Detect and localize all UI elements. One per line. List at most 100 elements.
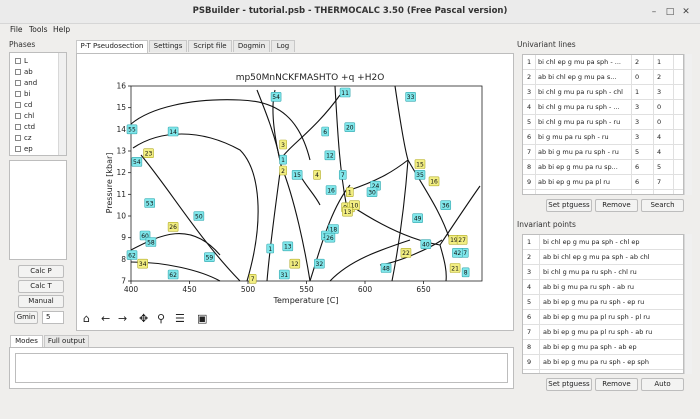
phases-label: Phases bbox=[9, 40, 36, 49]
table-row[interactable]: 7 ab bi g mu pa ru sph - ru 5 4 bbox=[523, 145, 683, 160]
svg-text:7: 7 bbox=[341, 172, 345, 179]
phases-details-box bbox=[9, 160, 67, 260]
invariant-point-label: 7 bbox=[248, 274, 257, 284]
tab-dogmin[interactable]: Dogmin bbox=[233, 40, 270, 52]
table-row[interactable]: 2 ab bi chl ep g mu pa sph - ab chl bbox=[523, 250, 683, 265]
svg-text:40: 40 bbox=[422, 241, 430, 248]
svg-text:13: 13 bbox=[284, 244, 292, 251]
tab-script-file[interactable]: Script file bbox=[188, 40, 232, 52]
table-row[interactable]: 5 ab bi ep g mu pa ru sph - ep ru bbox=[523, 295, 683, 310]
table-row[interactable]: 7 ab bi ep g mu pa pl ru sph - ab ru bbox=[523, 325, 683, 340]
univariant-line-label: 1 bbox=[279, 154, 287, 165]
svg-text:3: 3 bbox=[281, 142, 285, 149]
phase-item[interactable]: ep bbox=[15, 144, 33, 154]
x-tick-label: 400 bbox=[124, 285, 139, 294]
tab-pt-pseudosection[interactable]: P-T Pseudosection bbox=[76, 40, 148, 53]
svg-text:20: 20 bbox=[346, 124, 354, 131]
invariant-points-label: Invariant points bbox=[517, 220, 576, 229]
configure-icon[interactable]: ☰ bbox=[175, 312, 185, 325]
svg-text:1: 1 bbox=[348, 189, 352, 196]
table-row[interactable]: 1 bi chl ep g mu pa sph - chl ep bbox=[523, 235, 683, 250]
x-tick-label: 500 bbox=[241, 285, 256, 294]
univariant-line-label: 20 bbox=[344, 122, 356, 132]
univariant-line-label: 31 bbox=[278, 269, 290, 280]
y-tick-label: 11 bbox=[116, 190, 126, 199]
univariant-line-label: 49 bbox=[412, 213, 423, 223]
calc-t-button[interactable]: Calc T bbox=[18, 280, 64, 293]
invariant-remove-button[interactable]: Remove bbox=[595, 378, 638, 391]
menu-file[interactable]: File bbox=[10, 25, 23, 34]
phase-item[interactable]: cz bbox=[15, 133, 32, 143]
phase-item[interactable]: cd bbox=[15, 100, 32, 110]
menu-tools[interactable]: Tools bbox=[29, 25, 47, 34]
table-row[interactable]: 8 ab bi ep g mu pa ru sp... 6 5 bbox=[523, 160, 683, 175]
save-icon[interactable]: ▣ bbox=[197, 312, 207, 325]
phase-item[interactable]: L bbox=[15, 56, 28, 66]
table-row[interactable]: 4 bi chl g mu pa ru sph - ... 3 0 bbox=[523, 100, 683, 115]
close-icon[interactable]: ✕ bbox=[679, 5, 693, 19]
table-row[interactable]: 6 bi g mu pa ru sph - ru 3 4 bbox=[523, 130, 683, 145]
univariant-lines-label: Univariant lines bbox=[517, 40, 576, 49]
invariant-point-label: 2 bbox=[279, 165, 287, 176]
forward-icon[interactable]: → bbox=[118, 312, 127, 325]
svg-text:15: 15 bbox=[293, 172, 301, 179]
manual-button[interactable]: Manual bbox=[18, 295, 64, 308]
univariant-line-label: 53 bbox=[144, 198, 156, 208]
svg-text:58: 58 bbox=[147, 239, 155, 246]
pan-icon[interactable]: ✥ bbox=[139, 312, 148, 325]
tab-full-output[interactable]: Full output bbox=[44, 335, 89, 347]
phase-item[interactable]: bi bbox=[15, 89, 30, 99]
phase-item[interactable]: chl bbox=[15, 111, 34, 121]
y-tick-label: 10 bbox=[116, 212, 126, 221]
invariant-set-ptguess-button[interactable]: Set ptguess bbox=[546, 378, 592, 391]
home-icon[interactable]: ⌂ bbox=[83, 312, 90, 325]
table-row[interactable]: 5 bi chl g mu pa ru sph - ru 3 0 bbox=[523, 115, 683, 130]
maximize-icon[interactable]: □ bbox=[663, 5, 677, 19]
x-tick-label: 550 bbox=[299, 285, 314, 294]
svg-text:1: 1 bbox=[281, 157, 285, 164]
invariant-scrollbar[interactable] bbox=[684, 234, 692, 374]
table-row[interactable]: 6 ab bi ep g mu pa pl ru sph - pl ru bbox=[523, 310, 683, 325]
univariant-set-ptguess-button[interactable]: Set ptguess bbox=[546, 199, 592, 212]
invariant-point-label: 16 bbox=[428, 176, 440, 187]
table-row[interactable]: 1 bi chl ep g mu pa sph - ... 2 1 bbox=[523, 55, 683, 70]
auto-button[interactable]: Auto bbox=[641, 378, 684, 391]
phase-item[interactable]: ab bbox=[15, 67, 33, 77]
modes-output-text[interactable] bbox=[15, 353, 508, 383]
univariant-line-label: 42 bbox=[452, 248, 463, 258]
pt-pseudosection-plot[interactable]: mp50MnNCKFMASHTO +q +H2O 400 450 500 550 600… bbox=[80, 65, 500, 310]
table-row[interactable]: 4 ab bi g mu pa ru sph - ab ru bbox=[523, 280, 683, 295]
tab-log[interactable]: Log bbox=[271, 40, 295, 52]
univariant-line-label: 58 bbox=[145, 237, 157, 247]
univariant-line-label: 35 bbox=[414, 170, 426, 180]
phase-item[interactable]: and bbox=[15, 78, 37, 88]
menu-help[interactable]: Help bbox=[53, 25, 70, 34]
back-icon[interactable]: ← bbox=[101, 312, 110, 325]
table-row[interactable]: 3 bi chl g mu pa ru sph - chl 1 3 bbox=[523, 85, 683, 100]
table-row[interactable]: 9 ab bi ep g mu pa pl ru 6 7 bbox=[523, 175, 683, 190]
table-row[interactable]: 8 ab bi ep g mu pa sph - ab ep bbox=[523, 340, 683, 355]
y-tick-label: 14 bbox=[116, 125, 126, 134]
calc-p-button[interactable]: Calc P bbox=[18, 265, 64, 278]
table-row[interactable]: 2 ab bi chl ep g mu pa s... 0 2 bbox=[523, 70, 683, 85]
svg-text:1: 1 bbox=[268, 246, 272, 253]
tab-settings[interactable]: Settings bbox=[149, 40, 187, 52]
gmin-button[interactable]: Gmin bbox=[14, 311, 38, 324]
svg-text:48: 48 bbox=[382, 265, 390, 272]
svg-text:19: 19 bbox=[450, 237, 458, 244]
univariant-scrollbar[interactable] bbox=[684, 54, 692, 195]
invariant-points-table: 1 bi chl ep g mu pa sph - chl ep 2 ab bi c… bbox=[522, 234, 684, 374]
gmin-spinbox[interactable]: 5 bbox=[42, 311, 64, 324]
phases-scrollbar[interactable] bbox=[58, 53, 66, 155]
search-button[interactable]: Search bbox=[641, 199, 684, 212]
svg-text:26: 26 bbox=[169, 224, 177, 231]
zoom-icon[interactable]: ⚲ bbox=[157, 312, 165, 325]
x-tick-label: 650 bbox=[416, 285, 431, 294]
phase-item[interactable]: ctd bbox=[15, 122, 35, 132]
univariant-remove-button[interactable]: Remove bbox=[595, 199, 638, 212]
table-row[interactable]: 3 bi chl g mu pa ru sph - chl ru bbox=[523, 265, 683, 280]
minimize-icon[interactable]: – bbox=[647, 5, 661, 19]
svg-text:54: 54 bbox=[272, 94, 280, 101]
svg-text:32: 32 bbox=[316, 261, 324, 268]
table-row[interactable]: 9 ab bi ep g mu pa ru sph - ep sph bbox=[523, 355, 683, 370]
